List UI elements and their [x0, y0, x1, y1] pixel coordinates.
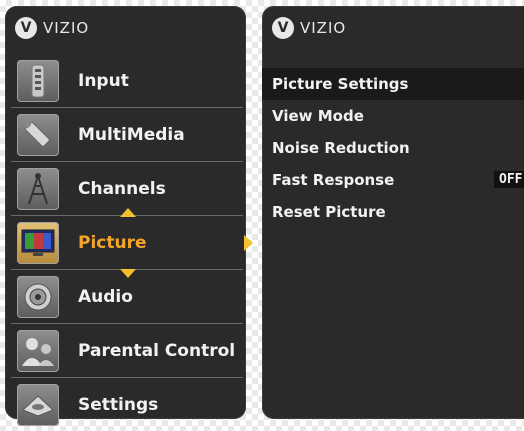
- vizio-logo-text: VIZIO: [43, 19, 90, 37]
- submenu-item-label: Fast Response: [272, 171, 395, 189]
- menu-item-picture-label: Picture: [78, 232, 147, 253]
- antenna-icon: [17, 167, 59, 210]
- submenu-item-view-mode[interactable]: View Mode: [262, 100, 524, 132]
- submenu-item-label: Noise Reduction: [272, 139, 410, 157]
- vizio-logo: V VIZIO: [15, 16, 89, 40]
- menu-item-input-label: Input: [78, 70, 129, 91]
- menu-item-parental-control-label: Parental Control: [78, 340, 236, 361]
- settings-icon: [17, 383, 59, 426]
- submenu-item-label: Picture Settings: [272, 75, 409, 93]
- submenu-item-fast-response[interactable]: Fast Response OFF: [262, 164, 524, 196]
- menu-item-input[interactable]: Input: [11, 54, 243, 108]
- vizio-v-icon: V: [15, 17, 37, 39]
- menu-item-audio[interactable]: Audio: [11, 270, 243, 324]
- fast-response-value: OFF: [494, 171, 524, 188]
- picture-submenu-panel: V VIZIO Picture Settings View Mode Noise…: [262, 6, 524, 419]
- submenu-item-label: Reset Picture: [272, 203, 386, 221]
- menu-item-picture[interactable]: Picture: [11, 208, 253, 278]
- picture-submenu: Picture Settings View Mode Noise Reducti…: [262, 68, 524, 228]
- menu-item-channels-label: Channels: [78, 178, 166, 199]
- vizio-logo-text: VIZIO: [300, 19, 347, 37]
- vizio-v-icon: V: [272, 17, 294, 39]
- menu-item-settings-label: Settings: [78, 394, 159, 415]
- speaker-icon: [17, 275, 59, 318]
- submenu-item-reset-picture[interactable]: Reset Picture: [262, 196, 524, 228]
- submenu-arrow-icon: [244, 235, 253, 251]
- menu-item-multimedia-label: MultiMedia: [78, 124, 185, 145]
- submenu-item-noise-reduction[interactable]: Noise Reduction: [262, 132, 524, 164]
- scroll-up-arrow-icon[interactable]: [120, 208, 136, 217]
- submenu-item-picture-settings[interactable]: Picture Settings: [262, 68, 524, 100]
- main-menu: Input MultiMedia Channels Picture Audio …: [11, 54, 253, 431]
- menu-item-settings[interactable]: Settings: [11, 378, 243, 431]
- family-icon: [17, 329, 59, 372]
- picture-tv-icon: [17, 221, 59, 264]
- vizio-logo: V VIZIO: [272, 16, 346, 40]
- submenu-item-label: View Mode: [272, 107, 364, 125]
- main-menu-panel: V VIZIO Input MultiMedia Channels Pictur…: [5, 6, 253, 426]
- menu-item-parental-control[interactable]: Parental Control: [11, 324, 243, 378]
- menu-item-audio-label: Audio: [78, 286, 133, 307]
- usb-drive-icon: [17, 113, 59, 156]
- menu-item-multimedia[interactable]: MultiMedia: [11, 108, 243, 162]
- input-remote-icon: [17, 59, 59, 102]
